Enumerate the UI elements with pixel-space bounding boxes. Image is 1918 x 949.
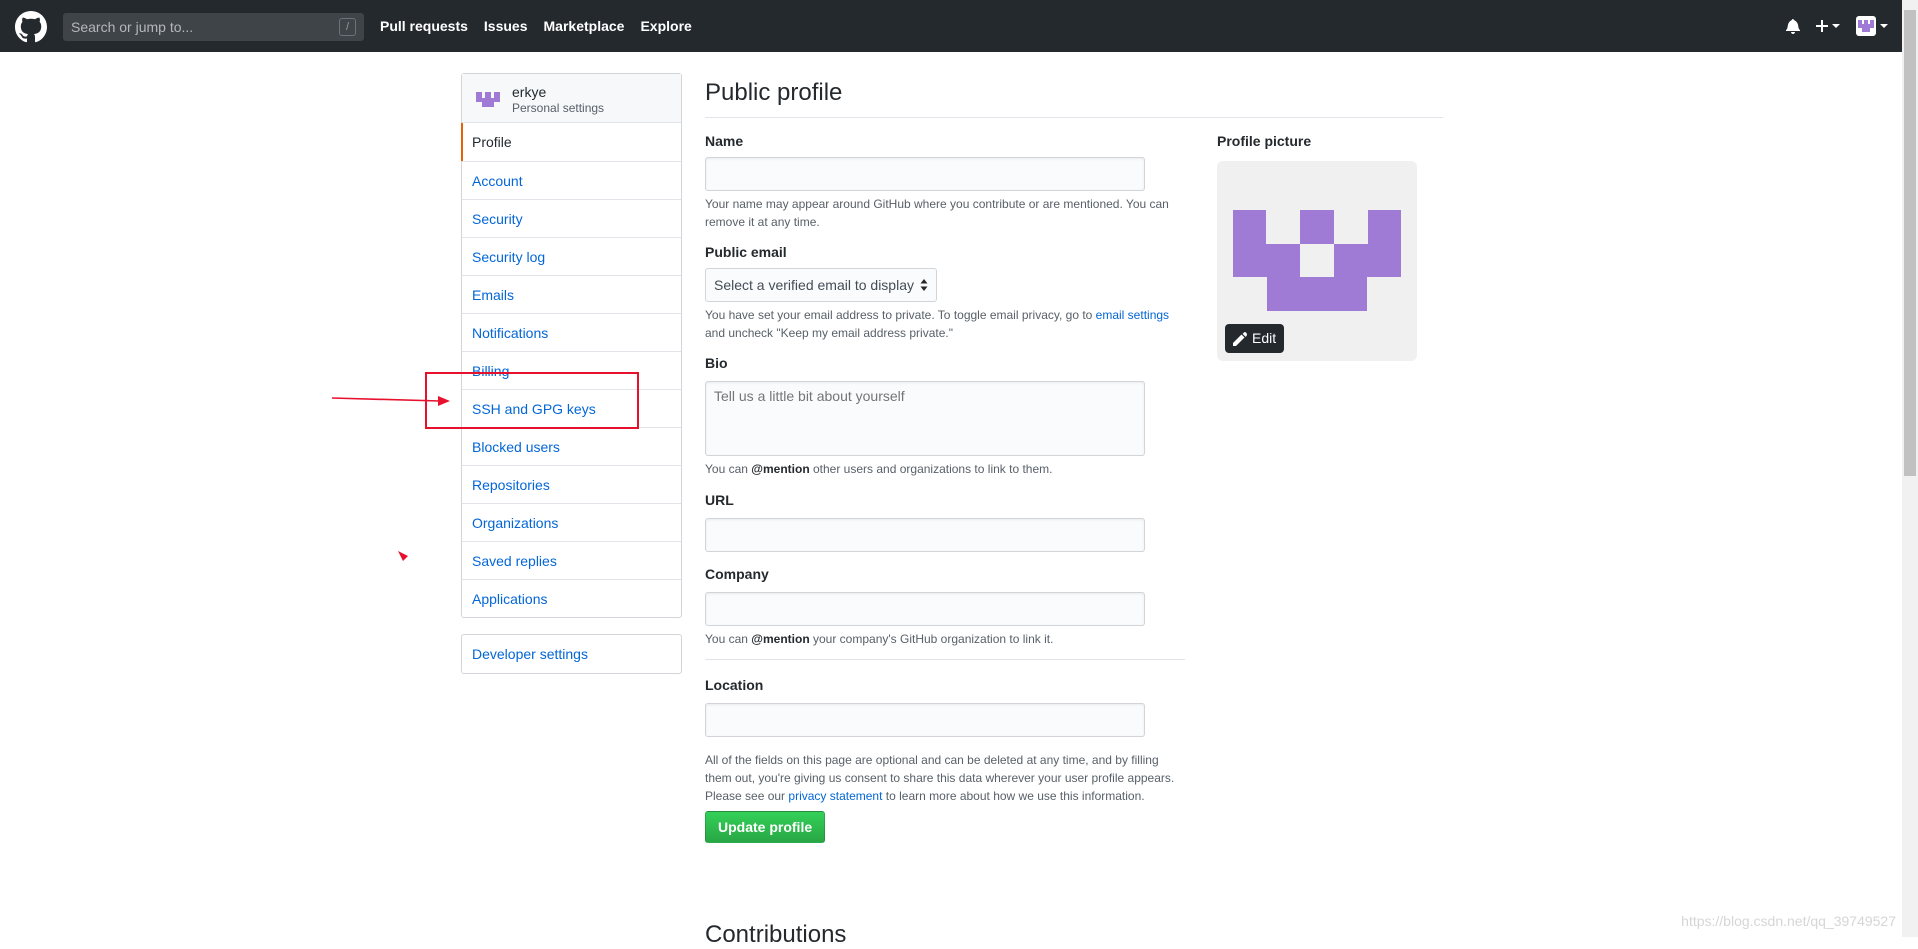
- sidebar-item-applications[interactable]: Applications: [462, 579, 681, 617]
- profile-picture-section: Profile picture Edit: [1217, 133, 1417, 361]
- sidebar-item-account[interactable]: Account: [462, 161, 681, 199]
- name-field[interactable]: [705, 157, 1145, 191]
- bio-note-text-2: other users and organizations to link to…: [813, 462, 1053, 476]
- sidebar-item-emails[interactable]: Emails: [462, 275, 681, 313]
- profile-picture: Edit: [1217, 161, 1417, 361]
- identicon-avatar: [1233, 210, 1401, 311]
- sidebar-item-saved-replies[interactable]: Saved replies: [462, 541, 681, 579]
- sidebar-item-developer-settings[interactable]: Developer settings: [462, 635, 681, 673]
- optional-note-text-2: to learn more about how we use this info…: [885, 789, 1145, 803]
- profile-form: Name Your name may appear around GitHub …: [705, 133, 1185, 843]
- public-email-note-text: You have set your email address to priva…: [705, 308, 1093, 322]
- location-field[interactable]: [705, 703, 1145, 737]
- annotation-arrow-icon: [331, 396, 450, 561]
- mention-text: @mention: [751, 462, 810, 476]
- section-divider: [705, 659, 1185, 660]
- notifications-bell-icon[interactable]: [1786, 18, 1800, 34]
- optional-fields-note: All of the fields on this page are optio…: [705, 751, 1185, 805]
- page-title: Public profile: [705, 73, 1443, 118]
- company-note: You can @mention your company's GitHub o…: [705, 630, 1185, 648]
- pencil-icon: [1233, 331, 1247, 346]
- email-settings-link[interactable]: email settings: [1096, 308, 1169, 322]
- sidebar-item-organizations[interactable]: Organizations: [462, 503, 681, 541]
- company-label: Company: [705, 566, 769, 582]
- sidebar-username: erkye: [512, 84, 547, 100]
- public-email-select[interactable]: Select a verified email to display: [705, 268, 937, 302]
- page-scrollbar[interactable]: [1902, 0, 1918, 937]
- company-note-text: You can: [705, 632, 748, 646]
- name-note: Your name may appear around GitHub where…: [705, 197, 1169, 229]
- bio-note-text: You can: [705, 462, 748, 476]
- sidebar-item-repositories[interactable]: Repositories: [462, 465, 681, 503]
- contributions-heading: Contributions: [705, 921, 847, 948]
- company-field[interactable]: [705, 592, 1145, 626]
- bio-label: Bio: [705, 355, 728, 371]
- public-email-note-text-2: and uncheck "Keep my email address priva…: [705, 326, 953, 340]
- public-email-selected: Select a verified email to display: [714, 277, 914, 293]
- mention-text: @mention: [751, 632, 810, 646]
- sidebar-item-profile[interactable]: Profile: [461, 123, 681, 161]
- location-label: Location: [705, 677, 764, 693]
- bio-note: You can @mention other users and organiz…: [705, 460, 1185, 478]
- user-menu[interactable]: [1856, 16, 1888, 36]
- nav-explore[interactable]: Explore: [640, 18, 691, 34]
- bio-textarea[interactable]: [705, 381, 1145, 456]
- sidebar-subtitle: Personal settings: [512, 101, 605, 115]
- sidebar-header: erkye Personal settings: [462, 74, 681, 123]
- edit-label: Edit: [1252, 330, 1277, 346]
- avatar: [1856, 16, 1876, 36]
- public-email-note: You have set your email address to priva…: [705, 306, 1185, 342]
- select-arrows-icon: [920, 279, 928, 291]
- update-profile-button[interactable]: Update profile: [705, 811, 826, 843]
- main-content: Public profile Name Your name may appear…: [705, 73, 1443, 948]
- edit-picture-button[interactable]: Edit: [1225, 324, 1285, 353]
- chevron-down-icon: [1832, 24, 1840, 28]
- chevron-down-icon: [1880, 24, 1888, 28]
- name-label: Name: [705, 133, 744, 149]
- sidebar-item-blocked-users[interactable]: Blocked users: [462, 427, 681, 465]
- settings-menu: erkye Personal settings Profile Account …: [461, 73, 682, 618]
- create-new-plus-icon[interactable]: [1816, 18, 1840, 34]
- public-email-label: Public email: [705, 244, 787, 260]
- watermark: https://blog.csdn.net/qq_39749527: [1681, 913, 1896, 929]
- url-field[interactable]: [705, 518, 1145, 552]
- header-actions: [1770, 0, 1888, 52]
- privacy-statement-link[interactable]: privacy statement: [788, 789, 882, 803]
- url-label: URL: [705, 492, 734, 508]
- nav-issues[interactable]: Issues: [484, 18, 528, 34]
- avatar: [476, 92, 500, 107]
- developer-settings-menu: Developer settings: [461, 634, 682, 674]
- profile-picture-label: Profile picture: [1217, 133, 1312, 149]
- sidebar-item-security-log[interactable]: Security log: [462, 237, 681, 275]
- scrollbar-thumb[interactable]: [1904, 10, 1916, 476]
- nav-marketplace[interactable]: Marketplace: [544, 18, 625, 34]
- company-note-text-2: your company's GitHub organization to li…: [813, 632, 1054, 646]
- sidebar-item-notifications[interactable]: Notifications: [462, 313, 681, 351]
- sidebar-item-security[interactable]: Security: [462, 199, 681, 237]
